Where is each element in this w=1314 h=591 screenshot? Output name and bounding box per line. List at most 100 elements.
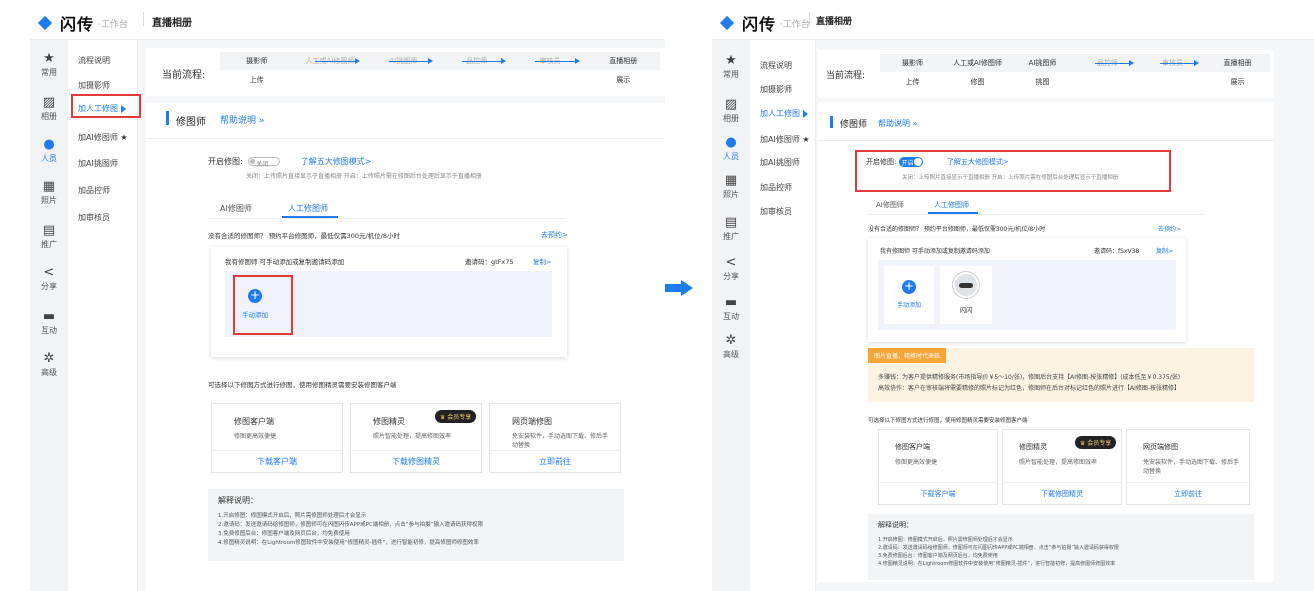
my-team-title: 我有修图师 可手动添加或复制邀请码添加 (225, 258, 345, 266)
flow-arrow-icon (315, 58, 361, 64)
submenu-ai-picker[interactable]: 加AI挑图师 (760, 157, 800, 168)
rail-item-photo[interactable]: ▦ 照片 (712, 174, 750, 200)
highlight-box (855, 150, 1171, 192)
chat-icon: ▬ (724, 295, 738, 310)
submenu-manual-retouch[interactable]: 加人工修图 (760, 108, 808, 119)
explain-line: 3.免费修图后台：修图客户端及网页后台，均免费使用 (218, 531, 350, 537)
explain-line: 2.邀请码：发送邀请码给修图师，修图师可在闪图闪传APP或PC端相册，点击“参与… (878, 545, 1119, 551)
rail-item-share[interactable]: < 分享 (30, 266, 68, 292)
image-icon: ▨ (42, 95, 56, 110)
submenu-ai-retouch[interactable]: 加AI修图师 ★ (78, 132, 128, 143)
submenu-flow[interactable]: 流程说明 (78, 55, 110, 66)
download-client-button[interactable]: 下载客户端 (212, 450, 342, 472)
rail-item-staff[interactable]: ● 人员 (30, 138, 68, 164)
promote-icon: ▤ (42, 223, 56, 238)
submenu-reviewer[interactable]: 加审核员 (78, 212, 110, 223)
flow-label: 当前流程: (162, 70, 206, 81)
submenu-ai-retouch[interactable]: 加AI修图师 ★ (760, 134, 810, 145)
nav-live-album[interactable]: 直播相册 (152, 14, 192, 29)
logo[interactable]: 闪传 ·工作台 (722, 11, 810, 35)
rail-item-advanced[interactable]: ✲ 高级 (30, 352, 68, 378)
flow-cell: 修图 (970, 78, 985, 86)
go-web-button[interactable]: 立即前往 (1127, 482, 1249, 504)
brand-sub: ·工作台 (98, 19, 128, 30)
brand-diamond-icon (40, 16, 54, 30)
help-link[interactable]: 帮助说明 » (878, 118, 917, 129)
nav-live-album[interactable]: 直播相册 (816, 14, 852, 27)
submenu-flow[interactable]: 流程说明 (760, 60, 792, 71)
explain-title: 解释说明： (218, 496, 258, 505)
explain-line: 2.邀请码：发送邀请码给修图师，修图师可在闪图闪传APP或PC端相册，点击“参与… (218, 522, 484, 528)
tab-ai-retoucher[interactable]: AI修图师 (876, 200, 904, 210)
sub-menu: 流程说明 加摄影师 加人工修图 加AI修图师 ★ 加AI挑图师 加品控师 加审核… (750, 40, 816, 591)
flow-card: 当前流程: 摄影师 上传 人工或AI修图师 AI挑图师 品控师 审核员 直播相册展… (146, 48, 665, 96)
learn-modes-link[interactable]: 了解五大修图模式> (301, 157, 372, 166)
gear-icon: ✲ (43, 351, 55, 366)
download-client-button[interactable]: 下载客户端 (879, 482, 997, 504)
submenu-qc[interactable]: 加品控师 (760, 182, 792, 193)
copy-code-link[interactable]: 复制> (533, 256, 551, 266)
top-bar: 闪传 ·工作台 直播相册 (712, 0, 1314, 40)
copy-code-link[interactable]: 复制> (1156, 246, 1173, 255)
divider (146, 138, 665, 139)
sub-menu: 流程说明 加摄影师 加人工修图 加AI修图师 ★ 加AI挑图师 加品控师 加审核… (68, 40, 138, 591)
download-sprite-button[interactable]: 下载修图精灵 (1003, 482, 1121, 504)
book-retoucher-link[interactable]: 去预约> (541, 230, 568, 240)
promo-badge: 图片直播，精修时代来临 (868, 348, 947, 363)
tool-web: 网页端修图 免安装软件，手动选图下载、修后手动替换 立即前往 (1126, 429, 1250, 505)
divider (818, 140, 1274, 141)
book-retoucher-link[interactable]: 去预约> (1158, 224, 1181, 233)
rail-item-common[interactable]: ★ 常用 (712, 54, 750, 80)
caret-right-icon (803, 109, 808, 118)
member-box: + 手动添加 闪闪 (878, 260, 1176, 330)
submenu-photographer[interactable]: 加摄影师 (760, 84, 792, 95)
flow-header: 直播相册 (1205, 54, 1270, 72)
tools-intro: 可选择以下修图方式进行修图，使用修图精灵需要安装修图客户端 (868, 418, 1028, 424)
submenu-qc[interactable]: 加品控师 (78, 185, 110, 196)
download-sprite-button[interactable]: 下载修图精灵 (351, 450, 481, 472)
brand-diamond-icon (722, 16, 736, 30)
tab-ai-retoucher[interactable]: AI修图师 (220, 203, 252, 214)
rail-item-promote[interactable]: ▤ 推广 (30, 224, 68, 250)
retouch-toggle-row: 开启修图: 关闭 了解五大修图模式> (208, 156, 372, 168)
submenu-reviewer[interactable]: 加审核员 (760, 206, 792, 217)
tool-sprite: 修图精灵 ♛ 会员专享 照片智能处理，提高修图效率 下载修图精灵 (1002, 429, 1122, 505)
rail-item-common[interactable]: ★ 常用 (30, 52, 68, 78)
tool-desc: 照片智能处理，提高修图效率 (373, 433, 452, 440)
retouch-toggle[interactable]: 关闭 (248, 157, 281, 168)
before-screenshot: 闪传 ·工作台 直播相册 ★ 常用 ▨ 相册 ● 人员 ▦ 照片 ▤ 推广 < 分享 ▬ 互动… (30, 0, 665, 591)
top-bar: 闪传 ·工作台 直播相册 (30, 0, 665, 40)
explain-line: 1.开启修图：修图模式开启后，照片需修图师处理后才会显示 (218, 513, 367, 519)
flow-table: 摄影师 上传 人工或AI修图师 修图 AI挑图师 挑图 品控师 审核员 直播相册 展示 (880, 54, 1270, 92)
photo-icon: ▦ (42, 179, 56, 194)
tool-name: 网页端修图 (512, 417, 552, 426)
go-web-button[interactable]: 立即前往 (490, 450, 620, 472)
icon-rail: ★ 常用 ▨ 相册 ● 人员 ▦ 照片 ▤ 推广 < 分享 ▬ 互动 ✲ 高级 (712, 40, 750, 591)
rail-item-photo[interactable]: ▦ 照片 (30, 180, 68, 206)
invite-code: 邀请码：fSxV38 (1094, 248, 1140, 255)
rail-item-interact[interactable]: ▬ 互动 (712, 296, 750, 322)
chat-icon: ▬ (42, 309, 56, 324)
rail-item-interact[interactable]: ▬ 互动 (30, 310, 68, 336)
plus-icon: + (902, 279, 916, 294)
member-card[interactable]: 闪闪 (940, 266, 992, 324)
submenu-ai-picker[interactable]: 加AI挑图师 (78, 158, 118, 169)
rail-item-advanced[interactable]: ✲ 高级 (712, 334, 750, 360)
rail-item-staff[interactable]: ● 人员 (712, 136, 750, 162)
star-icon: ★ (120, 133, 128, 142)
tab-manual-retoucher[interactable]: 人工修图师 (934, 200, 969, 210)
photo-icon: ▦ (724, 173, 738, 188)
user-icon: ● (43, 137, 55, 152)
logo[interactable]: 闪传 ·工作台 (40, 11, 128, 35)
no-retoucher-text: 没有合适的修图师？ 预约平台修图师，最低仅需300元/机位/8小时 (868, 226, 1046, 233)
explain-panel: 解释说明： 1.开启修图：修图模式开启后，照片需修图师处理后才会显示 2.邀请码… (868, 514, 1254, 580)
submenu-photographer[interactable]: 加摄影师 (78, 80, 110, 91)
rail-item-album[interactable]: ▨ 相册 (30, 96, 68, 122)
rail-item-share[interactable]: < 分享 (712, 256, 750, 282)
rail-item-promote[interactable]: ▤ 推广 (712, 216, 750, 242)
help-link[interactable]: 帮助说明 » (220, 113, 264, 126)
rail-item-album[interactable]: ▨ 相册 (712, 98, 750, 124)
manual-add-button[interactable]: + 手动添加 (884, 266, 934, 324)
tab-manual-retoucher[interactable]: 人工修图师 (288, 203, 328, 214)
retouch-hint: 关闭：上传照片直接显示于直播相册 开启：上传照片需在修图后台处理后显示于直播相册 (246, 173, 482, 180)
